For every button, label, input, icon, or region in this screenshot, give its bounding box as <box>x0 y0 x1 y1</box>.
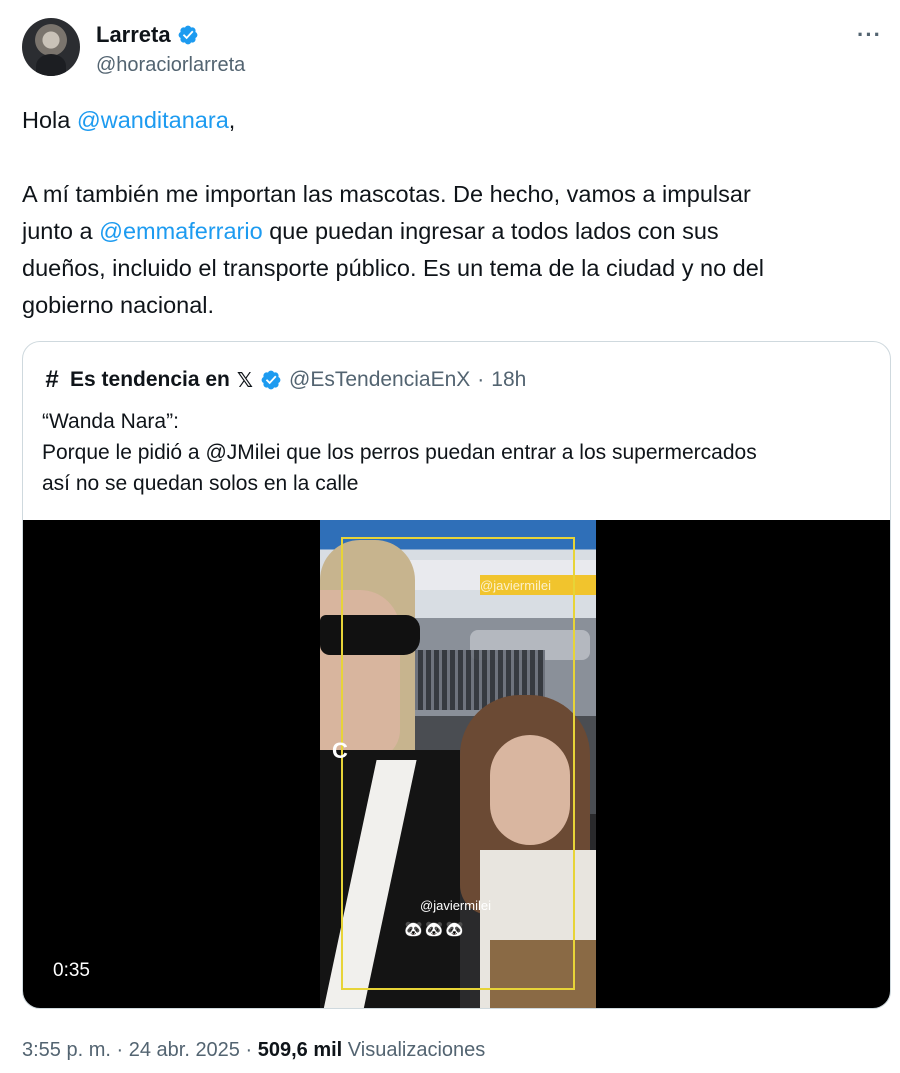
tweet-line-greeting: Hola @wanditanara, <box>22 102 882 139</box>
line3-suffix: que puedan ingresar a todos lados con su… <box>262 218 719 244</box>
tweet-line-4: dueños, incluido el transporte público. … <box>22 255 765 281</box>
meta-separator: · <box>239 1039 258 1061</box>
panda-emoji: 🐼🐼🐼 <box>404 921 467 938</box>
video-frame: @javiermilei C @javiermilei 🐼🐼🐼 <box>320 520 596 1008</box>
more-options-icon[interactable]: ··· <box>857 22 882 48</box>
quoted-line-3: así no se quedan solos en la calle <box>42 472 359 495</box>
quoted-author-handle[interactable]: @EsTendenciaEnX <box>289 368 470 392</box>
view-count: 509,6 mil <box>257 1039 343 1061</box>
tweet-line-2: A mí también me importan las mascotas. D… <box>22 181 751 207</box>
video-watermark-c: C <box>332 738 348 763</box>
video-player[interactable]: @javiermilei C @javiermilei 🐼🐼🐼 0:35 <box>23 520 890 1008</box>
quoted-line-2: Porque le pidió a @JMilei que los perros… <box>42 441 757 464</box>
line3-prefix: junto a <box>22 218 100 244</box>
author-avatar[interactable] <box>22 18 80 76</box>
greeting-text: Hola <box>22 107 77 133</box>
author-name[interactable]: Larreta <box>96 22 171 48</box>
quoted-tweet-text: “Wanda Nara”: Porque le pidió a @JMilei … <box>42 406 872 499</box>
tweet-header: Larreta @horaciorlarreta ··· <box>22 18 882 82</box>
greeting-suffix: , <box>228 107 236 133</box>
tweet-meta: 3:55 p. m. · 24 abr. 2025 · 509,6 mil Vi… <box>22 1039 485 1062</box>
separator-dot: · <box>477 368 485 391</box>
quoted-author-name[interactable]: Es tendencia en <box>70 368 230 392</box>
view-label: Visualizaciones <box>342 1039 486 1061</box>
tweet-time[interactable]: 3:55 p. m. <box>22 1039 111 1061</box>
quoted-timestamp[interactable]: 18h <box>491 368 526 392</box>
author-name-row: Larreta <box>96 22 199 48</box>
quoted-tweet[interactable]: # Es tendencia en 𝕏 @EsTendenciaEnX · 18… <box>22 341 891 1009</box>
verified-badge-icon <box>261 370 281 390</box>
video-watermark-handle: @javiermilei <box>420 898 491 913</box>
video-watermark-top: @javiermilei <box>480 578 551 593</box>
hashtag-avatar-icon: # <box>45 366 59 393</box>
video-duration: 0:35 <box>53 960 90 981</box>
mention-wanditanara[interactable]: @wanditanara <box>77 107 229 133</box>
tweet-text: Hola @wanditanara, A mí también me impor… <box>22 102 882 324</box>
verified-badge-icon <box>178 25 197 45</box>
quoted-tweet-header: # Es tendencia en 𝕏 @EsTendenciaEnX · 18… <box>41 366 526 394</box>
quoted-line-1: “Wanda Nara”: <box>42 410 179 433</box>
x-logo-icon: 𝕏 <box>236 369 254 392</box>
mention-emmaferrario[interactable]: @emmaferrario <box>99 218 263 244</box>
meta-separator: · <box>110 1039 129 1061</box>
tweet-date[interactable]: 24 abr. 2025 <box>129 1039 240 1061</box>
tweet-line-3: junto a @emmaferrario que puedan ingresa… <box>22 213 882 250</box>
author-handle[interactable]: @horaciorlarreta <box>96 54 245 77</box>
tweet-line-5: gobierno nacional. <box>22 292 215 318</box>
